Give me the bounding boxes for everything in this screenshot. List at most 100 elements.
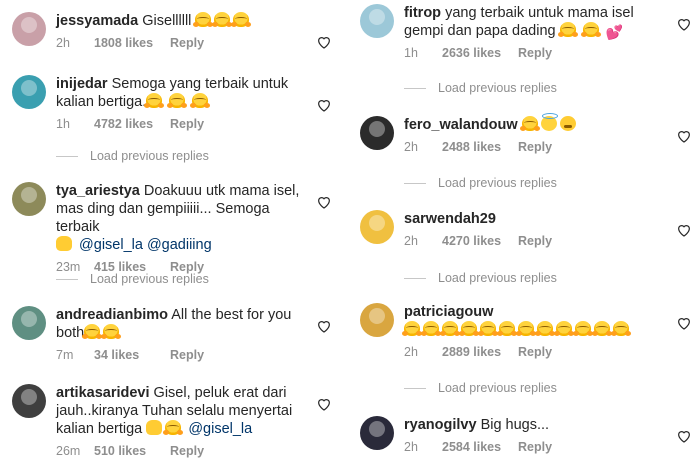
heart-icon[interactable] — [676, 315, 692, 331]
reply-button[interactable]: Reply — [518, 438, 552, 456]
comment-username[interactable]: tya_ariestya — [56, 183, 140, 199]
hugging-face-icon — [459, 321, 477, 336]
comment-meta: 2h 2584 likes Reply — [404, 438, 660, 456]
comment-time: 26m — [56, 444, 81, 458]
reply-button[interactable]: Reply — [518, 343, 552, 361]
reply-button[interactable]: Reply — [170, 346, 204, 364]
comment-body: patriciagouw 2h 2889 likes Reply — [402, 303, 660, 361]
comment-username[interactable]: ryanogilvy — [404, 417, 477, 433]
comment-username[interactable]: sarwendah29 — [404, 211, 496, 227]
comment-time: 2h — [404, 345, 418, 359]
comment-meta: 2h 1808 likes Reply — [56, 34, 304, 52]
load-previous-replies[interactable]: Load previous replies — [56, 272, 209, 286]
heart-icon[interactable] — [316, 396, 332, 412]
divider-line — [56, 156, 78, 158]
avatar[interactable] — [12, 306, 46, 340]
avatar[interactable] — [360, 210, 394, 244]
comment-text: Gisellllll — [142, 13, 192, 29]
hugging-face-icon — [101, 324, 120, 339]
heart-icon[interactable] — [676, 428, 692, 444]
comment-username[interactable]: andreadianbimo — [56, 307, 168, 323]
like-count[interactable]: 2584 likes — [442, 438, 506, 456]
mention-link[interactable]: @gisel_la — [79, 237, 143, 253]
avatar[interactable] — [12, 384, 46, 418]
comment-username[interactable]: inijedar — [56, 76, 108, 92]
heart-icon[interactable] — [676, 222, 692, 238]
load-previous-replies[interactable]: Load previous replies — [404, 176, 557, 190]
comment-meta: 2h 2889 likes Reply — [404, 343, 660, 361]
avatar[interactable] — [12, 75, 46, 109]
like-count[interactable]: 2889 likes — [442, 343, 506, 361]
avatar[interactable] — [360, 416, 394, 450]
comment-time: 2h — [404, 440, 418, 454]
like-count[interactable]: 4270 likes — [442, 232, 506, 250]
load-previous-label: Load previous replies — [438, 176, 557, 190]
mention-link[interactable]: @gisel_la — [188, 421, 252, 437]
hugging-face-icon — [573, 321, 591, 336]
raising-hands-icon — [146, 420, 163, 435]
like-count[interactable]: 4782 likes — [94, 115, 158, 133]
comment-body: fero_walandouw 2h 2488 likes Reply — [404, 113, 660, 156]
comment-meta: 1h 2636 likes Reply — [404, 44, 660, 62]
avatar[interactable] — [12, 12, 46, 46]
smiling-halo-icon — [540, 113, 558, 131]
reply-button[interactable]: Reply — [518, 44, 552, 62]
comment-username[interactable]: fero_walandouw — [404, 117, 518, 133]
reply-button[interactable]: Reply — [170, 115, 204, 133]
reply-button[interactable]: Reply — [170, 34, 204, 52]
divider-line — [404, 88, 426, 90]
hugging-face-icon — [478, 321, 496, 336]
comment-body: tya_ariestya Doakuuu utk mama isel, mas … — [56, 182, 304, 276]
like-count[interactable]: 2488 likes — [442, 138, 506, 156]
comment-meta: 1h 4782 likes Reply — [56, 115, 304, 133]
load-previous-label: Load previous replies — [438, 381, 557, 395]
hugging-face-icon — [82, 324, 101, 339]
comment-body: inijedar Semoga yang terbaik untuk kalia… — [56, 75, 304, 133]
comment-username[interactable]: jessyamada — [56, 13, 138, 29]
comment-meta: 2h 2488 likes Reply — [404, 138, 660, 156]
hugging-face-icon — [557, 22, 576, 37]
load-previous-replies[interactable]: Load previous replies — [56, 149, 209, 163]
hugging-face-icon — [163, 420, 182, 435]
load-previous-replies[interactable]: Load previous replies — [404, 81, 557, 95]
like-count[interactable]: 34 likes — [94, 346, 158, 364]
hugging-face-icon — [190, 93, 209, 108]
mention-link[interactable]: @gadiiing — [147, 237, 212, 253]
heart-icon[interactable] — [676, 128, 692, 144]
comment-time: 2h — [404, 234, 418, 248]
comment-time: 7m — [56, 348, 74, 362]
heart-icon[interactable] — [316, 34, 332, 50]
like-count[interactable]: 2636 likes — [442, 44, 506, 62]
heart-icon[interactable] — [676, 16, 692, 32]
hugging-face-icon — [592, 321, 610, 336]
avatar[interactable] — [360, 116, 394, 150]
hugging-face-icon — [519, 116, 538, 131]
comment-time: 2h — [56, 36, 70, 50]
load-previous-label: Load previous replies — [438, 271, 557, 285]
load-previous-replies[interactable]: Load previous replies — [404, 381, 557, 395]
hugging-face-icon — [497, 321, 515, 336]
reply-button[interactable]: Reply — [170, 442, 204, 460]
comment-username[interactable]: artikasaridevi — [56, 385, 150, 401]
comment-username[interactable]: patriciagouw — [404, 304, 493, 320]
heart-icon[interactable] — [316, 194, 332, 210]
load-previous-replies[interactable]: Load previous replies — [404, 271, 557, 285]
reply-button[interactable]: Reply — [518, 232, 552, 250]
divider-line — [404, 278, 426, 280]
comment-meta: 7m 34 likes Reply — [56, 346, 304, 364]
avatar[interactable] — [12, 182, 46, 216]
hugging-face-icon — [144, 93, 163, 108]
reply-button[interactable]: Reply — [518, 138, 552, 156]
load-previous-label: Load previous replies — [438, 81, 557, 95]
load-previous-label: Load previous replies — [90, 272, 209, 286]
comment-username[interactable]: fitrop — [404, 5, 441, 21]
comment-time: 1h — [56, 117, 70, 131]
heart-icon[interactable] — [316, 97, 332, 113]
hugging-face-icon — [611, 321, 629, 336]
hugging-face-icon — [212, 12, 231, 27]
like-count[interactable]: 1808 likes — [94, 34, 158, 52]
avatar[interactable] — [360, 303, 394, 337]
like-count[interactable]: 510 likes — [94, 442, 158, 460]
heart-icon[interactable] — [316, 318, 332, 334]
avatar[interactable] — [360, 4, 394, 38]
